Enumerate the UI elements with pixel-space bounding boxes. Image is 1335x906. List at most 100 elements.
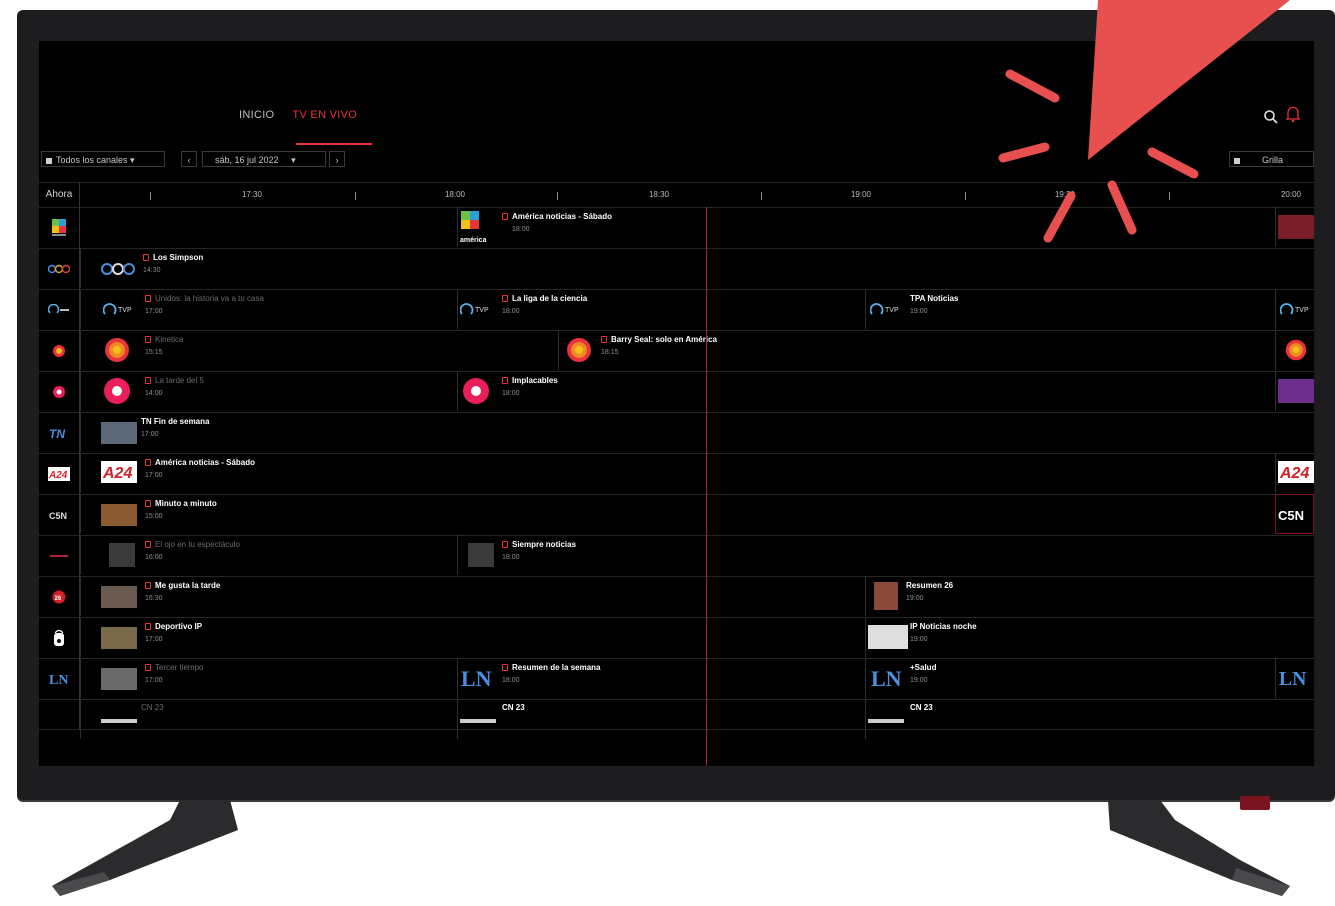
program-cell[interactable]: américa América noticias - Sábado 18:00 <box>457 207 1276 247</box>
program-title: CN 23 <box>910 703 933 712</box>
program-cell[interactable]: CN 23 <box>457 699 866 739</box>
svg-text:LN: LN <box>1279 668 1307 690</box>
tvp-logo-icon <box>48 303 69 314</box>
date-dropdown[interactable]: sáb, 16 jul 2022 ▾ <box>202 151 326 167</box>
channel-logo-america[interactable] <box>39 207 80 248</box>
program-thumbnail <box>101 719 137 723</box>
program-thumbnail <box>1278 379 1314 403</box>
program-title-text: América noticias - Sábado <box>512 212 613 221</box>
program-cell[interactable]: LN <box>1275 658 1314 698</box>
program-title-text: CN 23 <box>502 703 525 712</box>
program-cell[interactable]: A24 <box>1275 453 1314 493</box>
program-thumbnail <box>460 719 496 723</box>
program-cell[interactable]: Me gusta la tarde 16:30 <box>80 576 866 616</box>
program-title-text: Los Simpson <box>153 253 204 262</box>
tvp-logo-icon: TVP <box>103 303 132 315</box>
program-cell[interactable]: C5N <box>1275 494 1314 534</box>
record-icon <box>601 336 607 343</box>
record-icon <box>145 664 151 671</box>
program-title-text: +Salud <box>910 663 937 672</box>
program-title-text: Implacables <box>512 376 558 385</box>
channels-dropdown[interactable]: Todos los canales ▾ <box>41 151 165 167</box>
program-cell[interactable] <box>1275 371 1314 411</box>
time-tick: 19:30 <box>1054 190 1076 199</box>
program-title: +Salud <box>910 663 936 672</box>
channel-logo-trece[interactable] <box>39 371 80 412</box>
tab-tv-en-vivo[interactable]: TV EN VIVO <box>292 109 357 125</box>
program-cell[interactable]: Resumen 26 19:00 <box>865 576 1314 616</box>
program-cell[interactable]: Los Simpson 14:30 <box>80 248 1314 288</box>
program-title-text: Minuto a minuto <box>155 499 217 508</box>
channel-logo-telefe[interactable] <box>39 330 80 371</box>
program-cell[interactable]: LN Resumen de la semana 18:00 <box>457 658 866 698</box>
now-label[interactable]: Ahora <box>39 183 80 207</box>
channel-logo-cn23[interactable] <box>39 699 80 729</box>
program-cell[interactable]: El ojo en tu espectáculo 16:00 <box>80 535 458 575</box>
program-time: 18:15 <box>601 349 619 356</box>
view-dropdown-label: Grilla <box>1262 155 1284 165</box>
channel-logo-ip[interactable] <box>39 617 80 658</box>
ln-logo-icon: LN <box>871 666 902 690</box>
program-title-text: La tarde del 5 <box>155 376 204 385</box>
program-cell[interactable]: CN 23 <box>865 699 1276 739</box>
tab-inicio[interactable]: INICIO <box>239 109 274 125</box>
prev-day-button[interactable]: ‹ <box>181 151 197 167</box>
channel-row: A24 A24 América noticias - Sábado 17:00 … <box>39 453 1314 495</box>
channel-row: américa América noticias - Sábado 18:00 <box>39 207 1314 249</box>
program-cell[interactable]: Siempre noticias 18:00 <box>457 535 1314 575</box>
record-icon <box>145 336 151 343</box>
program-title: IP Noticias noche <box>910 622 977 631</box>
channel-logo-c5n[interactable]: C5N <box>39 494 80 535</box>
program-title-text: Me gusta la tarde <box>155 581 221 590</box>
program-cell[interactable] <box>1275 207 1314 247</box>
program-time: 17:00 <box>141 431 159 438</box>
tres-logo-icon <box>101 263 135 275</box>
program-cell[interactable]: IP Noticias noche 19:00 <box>865 617 1314 657</box>
program-cell[interactable]: TVP TPA Noticias 19:00 <box>865 289 1276 329</box>
channel-logo-bar <box>50 554 68 557</box>
next-day-button[interactable]: › <box>329 151 345 167</box>
ln-logo-icon: LN <box>49 673 68 687</box>
channel-logo-tn[interactable]: TN <box>39 412 80 453</box>
program-cell[interactable]: A24 América noticias - Sábado 17:00 <box>80 453 1276 493</box>
channel-logo-a24[interactable]: A24 <box>39 453 80 494</box>
program-cell[interactable]: Minuto a minuto 15:00 <box>80 494 1276 534</box>
channel-row: C5N Minuto a minuto 15:00 C5N <box>39 494 1314 536</box>
program-cell[interactable]: Tercer tiempo 17:00 <box>80 658 458 698</box>
program-cell[interactable]: TVP La liga de la ciencia 18:00 <box>457 289 866 329</box>
bell-icon[interactable] <box>1285 105 1301 123</box>
program-thumbnail <box>868 719 904 723</box>
channel-row: Kinetica 15:15 Barry Seal: solo en Améri… <box>39 330 1314 372</box>
program-cell[interactable]: LN +Salud 19:00 <box>865 658 1276 698</box>
program-cell[interactable]: Implacables 18:00 <box>457 371 1276 411</box>
channel-logo-tres[interactable] <box>39 248 80 289</box>
program-cell[interactable]: CN 23 <box>80 699 458 739</box>
svg-text:TVP: TVP <box>885 307 899 314</box>
program-cell[interactable]: La tarde del 5 14:00 <box>80 371 458 411</box>
search-icon[interactable] <box>1263 109 1279 125</box>
program-time: 17:00 <box>145 636 163 643</box>
channel-logo-tvp[interactable] <box>39 289 80 330</box>
channel-logo-ln[interactable]: LN <box>39 658 80 699</box>
view-dropdown[interactable]: Grilla <box>1229 151 1314 167</box>
channel-logo-26-red[interactable]: 26 <box>39 576 80 617</box>
program-cell[interactable]: Kinetica 15:15 <box>80 330 559 370</box>
channel-row: Los Simpson 14:30 <box>39 248 1314 290</box>
channel-row: La tarde del 5 14:00 Implacables 18:00 <box>39 371 1314 413</box>
program-thumbnail <box>109 543 135 567</box>
program-cell[interactable] <box>1275 330 1314 370</box>
program-cell[interactable]: Deportivo IP 17:00 <box>80 617 866 657</box>
program-cell[interactable]: Barry Seal: solo en América 18:15 <box>558 330 1276 370</box>
program-time: 19:00 <box>906 595 924 602</box>
top-nav: INICIO TV EN VIVO <box>239 109 357 125</box>
program-time: 16:30 <box>145 595 163 602</box>
program-time: 18:00 <box>512 226 530 233</box>
telefe-logo-icon <box>1285 339 1307 361</box>
program-cell[interactable]: TVP Unidos: la historia va a tu casa 17:… <box>80 289 458 329</box>
program-title-text: La liga de la ciencia <box>512 294 588 303</box>
program-cell[interactable]: TN Fin de semana 17:00 <box>80 412 1314 452</box>
program-title-text: América noticias - Sábado <box>155 458 256 467</box>
program-cell[interactable]: TVP <box>1275 289 1314 329</box>
channel-logo-26[interactable] <box>39 535 80 576</box>
program-title-text: TPA Noticias <box>910 294 959 303</box>
